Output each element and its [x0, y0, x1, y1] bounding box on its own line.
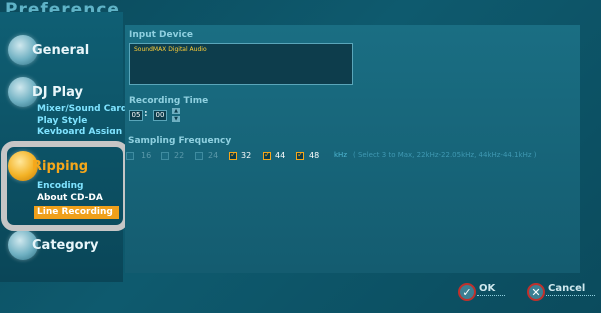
- freq-32-label: 32: [241, 151, 252, 160]
- recording-hours-field[interactable]: 05: [129, 110, 143, 121]
- freq-22-label: 22: [174, 151, 185, 160]
- spin-down-icon[interactable]: ▼: [172, 116, 180, 122]
- frequency-hint: kHz ( Select 3 to Max, 22kHz-22.05kHz, 44…: [334, 151, 537, 159]
- sidebar-item-mixer-sound-card[interactable]: Mixer/Sound Card: [37, 104, 127, 114]
- sidebar-section-dj-play[interactable]: DJ Play: [8, 77, 83, 107]
- freq-32-checkbox[interactable]: [229, 150, 237, 160]
- input-device-value[interactable]: SoundMAX Digital Audio: [134, 46, 207, 53]
- freq-16-checkbox[interactable]: [126, 152, 134, 160]
- sampling-frequency-label: Sampling Frequency: [128, 136, 232, 146]
- check-icon: ✓: [458, 283, 476, 301]
- sidebar-item-keyboard-assign[interactable]: Keyboard Assign: [37, 127, 122, 134]
- freq-44-label: 44: [275, 151, 286, 160]
- sidebar-section-label: General: [32, 42, 90, 58]
- freq-24-label: 24: [208, 151, 219, 160]
- sidebar-section-label: DJ Play: [32, 84, 83, 100]
- cancel-button[interactable]: ✕ Cancel: [527, 282, 596, 301]
- spin-up-icon[interactable]: ▲: [172, 108, 180, 114]
- ok-button[interactable]: ✓ OK: [458, 282, 506, 301]
- close-icon: ✕: [527, 283, 545, 301]
- freq-48-label: 48: [309, 151, 320, 160]
- sidebar-item-play-style[interactable]: Play Style: [37, 116, 87, 126]
- freq-44-checkbox[interactable]: [263, 150, 271, 160]
- frequency-unit: kHz: [334, 151, 347, 159]
- frequency-hint-text: ( Select 3 to Max, 22kHz-22.05kHz, 44kHz…: [353, 151, 537, 159]
- cancel-button-label: Cancel: [545, 282, 596, 296]
- highlight-frame: [1, 141, 129, 231]
- sidebar-section-label: Category: [32, 237, 99, 253]
- time-separator: :: [144, 109, 148, 119]
- freq-48-checkbox[interactable]: [296, 150, 304, 160]
- recording-minutes-field[interactable]: 00: [153, 110, 167, 121]
- sidebar-section-category[interactable]: Category: [8, 230, 98, 260]
- time-spinner[interactable]: ▲ ▼: [172, 108, 180, 122]
- sidebar-section-general[interactable]: General: [8, 35, 89, 65]
- freq-16-label: 16: [141, 151, 152, 160]
- ok-button-label: OK: [476, 282, 506, 296]
- input-device-label: Input Device: [129, 30, 194, 40]
- input-device-list[interactable]: SoundMAX Digital Audio: [129, 43, 353, 85]
- freq-22-checkbox[interactable]: [161, 152, 169, 160]
- recording-time-label: Recording Time: [129, 96, 209, 106]
- freq-24-checkbox[interactable]: [195, 152, 203, 160]
